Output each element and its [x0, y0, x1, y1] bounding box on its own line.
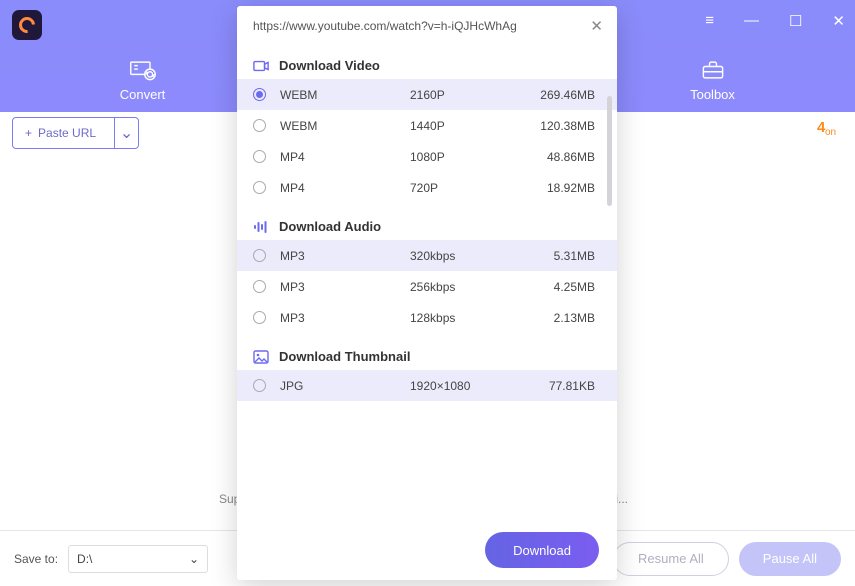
audio-option[interactable]: MP3 128kbps 2.13MB — [237, 302, 617, 333]
scrollbar-thumb[interactable] — [607, 96, 612, 206]
maximize-button[interactable]: ☐ — [789, 12, 802, 30]
paste-url-dropdown[interactable]: ⌄ — [114, 118, 138, 148]
section-video-header: Download Video — [237, 50, 617, 79]
audio-option[interactable]: MP3 320kbps 5.31MB — [237, 240, 617, 271]
save-path: D:\ — [77, 552, 92, 566]
option-size: 18.92MB — [530, 181, 601, 195]
section-thumb-header: Download Thumbnail — [237, 341, 617, 370]
option-format: JPG — [280, 379, 410, 393]
radio-icon — [253, 379, 266, 392]
option-quality: 1080P — [410, 150, 530, 164]
video-option[interactable]: MP4 720P 18.92MB — [237, 172, 617, 203]
paste-url-main[interactable]: + Paste URL — [13, 118, 114, 148]
dialog-footer: Download — [237, 520, 617, 580]
paste-url-button: + Paste URL ⌄ — [12, 117, 139, 149]
option-size: 4.25MB — [530, 280, 601, 294]
radio-icon — [253, 311, 266, 324]
radio-icon — [253, 181, 266, 194]
radio-icon — [253, 280, 266, 293]
video-option[interactable]: MP4 1080P 48.86MB — [237, 141, 617, 172]
tab-label: Convert — [120, 87, 166, 102]
resume-all-button[interactable]: Resume All — [613, 542, 729, 576]
chevron-down-icon: ⌄ — [189, 552, 199, 566]
option-size: 5.31MB — [530, 249, 601, 263]
audio-option[interactable]: MP3 256kbps 4.25MB — [237, 271, 617, 302]
close-window-button[interactable]: ✕ — [832, 12, 845, 30]
audio-icon — [253, 220, 269, 234]
app-logo — [12, 10, 42, 40]
option-quality: 128kbps — [410, 311, 530, 325]
option-format: MP3 — [280, 280, 410, 294]
option-size: 48.86MB — [530, 150, 601, 164]
dialog-body: Download Video WEBM 2160P 269.46MB WEBM … — [237, 46, 617, 520]
thumb-option[interactable]: JPG 1920×1080 77.81KB — [237, 370, 617, 401]
paste-url-label: Paste URL — [38, 126, 96, 140]
section-audio-header: Download Audio — [237, 211, 617, 240]
video-option[interactable]: WEBM 1440P 120.38MB — [237, 110, 617, 141]
minimize-button[interactable]: — — [744, 12, 759, 30]
tab-label: Toolbox — [690, 87, 735, 102]
save-to-select[interactable]: D:\ ⌄ — [68, 545, 208, 573]
source-url: https://www.youtube.com/watch?v=h-iQJHcW… — [253, 19, 580, 33]
option-quality: 1440P — [410, 119, 530, 133]
option-quality: 2160P — [410, 88, 530, 102]
radio-icon — [253, 88, 266, 101]
chevron-down-icon: ⌄ — [120, 123, 133, 143]
save-to-label: Save to: — [14, 552, 58, 566]
image-icon — [253, 350, 269, 364]
section-thumb-title: Download Thumbnail — [279, 349, 410, 364]
option-format: WEBM — [280, 88, 410, 102]
option-size: 2.13MB — [530, 311, 601, 325]
option-size: 77.81KB — [530, 379, 601, 393]
dialog-close-button[interactable]: ✕ — [590, 17, 603, 35]
radio-icon — [253, 119, 266, 132]
toolbox-icon — [699, 58, 727, 82]
option-format: MP3 — [280, 311, 410, 325]
dialog-header: https://www.youtube.com/watch?v=h-iQJHcW… — [237, 6, 617, 46]
convert-icon — [129, 58, 157, 82]
option-size: 269.46MB — [530, 88, 601, 102]
option-format: MP4 — [280, 150, 410, 164]
pause-all-button[interactable]: Pause All — [739, 542, 841, 576]
plus-icon: + — [25, 126, 32, 140]
option-format: WEBM — [280, 119, 410, 133]
option-size: 120.38MB — [530, 119, 601, 133]
promo-badge[interactable] — [815, 119, 843, 147]
download-dialog: https://www.youtube.com/watch?v=h-iQJHcW… — [237, 6, 617, 580]
section-audio-title: Download Audio — [279, 219, 381, 234]
option-quality: 1920×1080 — [410, 379, 530, 393]
option-quality: 256kbps — [410, 280, 530, 294]
download-button[interactable]: Download — [485, 532, 599, 568]
window-controls: ≡ — ☐ ✕ — [705, 12, 845, 30]
option-quality: 720P — [410, 181, 530, 195]
radio-icon — [253, 249, 266, 262]
option-quality: 320kbps — [410, 249, 530, 263]
option-format: MP3 — [280, 249, 410, 263]
video-option[interactable]: WEBM 2160P 269.46MB — [237, 79, 617, 110]
video-icon — [253, 59, 269, 73]
menu-icon[interactable]: ≡ — [705, 12, 714, 30]
section-video-title: Download Video — [279, 58, 380, 73]
radio-icon — [253, 150, 266, 163]
option-format: MP4 — [280, 181, 410, 195]
